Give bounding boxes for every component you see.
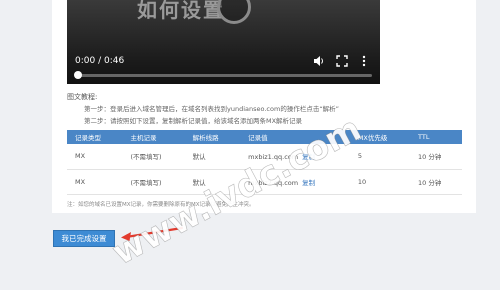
cell-type: MX xyxy=(75,152,86,161)
header-mx-priority: MX优先级 xyxy=(357,134,388,142)
record-value-text: mxbiz1.qq.com xyxy=(248,153,299,162)
cell-host: (不需填写) xyxy=(130,153,162,162)
cell-ttl: 10 分钟 xyxy=(418,178,442,187)
tutorial-video-player[interactable]: 如何设置 0:00 / 0:46 xyxy=(67,0,380,84)
guide-title: 图文教程: xyxy=(67,93,98,101)
cell-value: mxbiz1.qq.com 复制 xyxy=(240,144,350,169)
guide-step-1: 第一步：登录后进入域名管理后，在域名列表找到yundianseo.com的操作栏… xyxy=(84,105,340,113)
cell-line: 默认 xyxy=(192,153,206,162)
video-progress-handle[interactable] xyxy=(74,71,82,79)
more-options-icon[interactable] xyxy=(358,55,370,67)
video-title-overlay: 如何设置 xyxy=(137,0,225,22)
conflict-note: 注：如您的域名已设置MX记录，你需要删除原有的MX记录以避免产生冲突。 xyxy=(67,202,255,208)
header-line: 解析线路 xyxy=(192,134,219,142)
header-ttl: TTL xyxy=(418,133,430,141)
video-progress-bar[interactable] xyxy=(74,71,372,79)
confirm-setup-button[interactable]: 我已完成设置 xyxy=(53,230,115,247)
guide-step-2: 第二步：请按照如下设置，复制解析记录值，给该域名添加两条MX解析记录 xyxy=(84,117,303,125)
cell-ttl: 10 分钟 xyxy=(418,153,442,162)
table-header-row: 记录类型 主机记录 解析线路 记录值 MX优先级 TTL xyxy=(67,130,462,144)
cell-host: (不需填写) xyxy=(130,178,162,187)
video-time-display: 0:00 / 0:46 xyxy=(75,56,125,66)
cell-line: 默认 xyxy=(192,178,206,187)
copy-link[interactable]: 复制 xyxy=(302,179,315,187)
cell-value: mxbiz2.qq.com 复制 xyxy=(240,169,350,194)
header-host: 主机记录 xyxy=(130,134,157,142)
copy-link[interactable]: 复制 xyxy=(302,153,315,161)
cell-type: MX xyxy=(75,177,86,186)
record-value-text: mxbiz2.qq.com xyxy=(248,178,299,187)
cell-priority: 5 xyxy=(357,152,362,161)
header-value: 记录值 xyxy=(248,134,268,142)
fullscreen-icon[interactable] xyxy=(336,55,348,67)
red-arrow-annotation xyxy=(121,226,184,241)
table-row: MX (不需填写) 默认 mxbiz2.qq.com 复制 10 10 分钟 xyxy=(67,169,462,194)
header-record-type: 记录类型 xyxy=(75,134,101,142)
cell-priority: 10 xyxy=(357,177,367,186)
dns-records-table: 记录类型 主机记录 解析线路 记录值 MX优先级 TTL MX (不需填写) 默… xyxy=(67,130,462,195)
table-row: MX (不需填写) 默认 mxbiz1.qq.com 复制 5 10 分钟 xyxy=(67,144,462,169)
volume-icon[interactable] xyxy=(313,55,325,67)
